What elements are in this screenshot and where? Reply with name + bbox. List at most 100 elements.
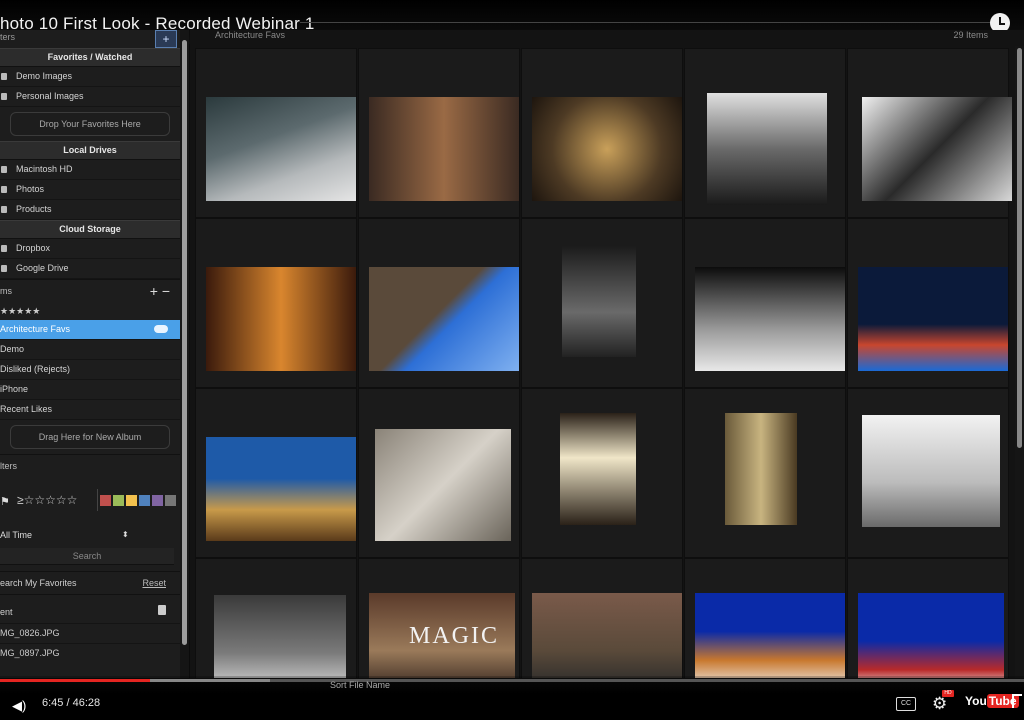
album-disliked[interactable]: Disliked (Rejects) — [0, 360, 180, 380]
grid-scroll-thumb[interactable] — [1017, 48, 1022, 448]
thumbnail-cell[interactable] — [195, 388, 357, 558]
photo-thumbnail[interactable] — [375, 429, 511, 541]
photo-thumbnail[interactable] — [532, 97, 682, 201]
rating-filter[interactable]: ≥☆☆☆☆☆ — [17, 493, 77, 507]
photo-thumbnail[interactable] — [206, 267, 356, 371]
photo-thumbnail[interactable] — [369, 267, 519, 371]
photo-thumbnail[interactable] — [206, 437, 356, 541]
thumbnail-cell[interactable] — [847, 388, 1009, 558]
grid-scrollbar[interactable] — [1015, 46, 1024, 678]
thumbnail-cell[interactable] — [521, 558, 683, 678]
fullscreen-icon[interactable] — [1012, 694, 1022, 708]
filters-header-label: lters — [0, 461, 18, 471]
album-architecture-favs[interactable]: Architecture Favs — [0, 320, 180, 340]
progress-bar[interactable] — [0, 679, 1024, 682]
title-rule — [300, 22, 994, 23]
thumbnail-cell[interactable] — [521, 218, 683, 388]
photo-thumbnail[interactable] — [707, 93, 827, 205]
thumbnail-cell[interactable] — [847, 218, 1009, 388]
favorites-drop-zone[interactable]: Drop Your Favorites Here — [10, 112, 170, 136]
thumbnail-cell[interactable] — [195, 48, 357, 218]
time-range-value: All Time — [0, 530, 33, 540]
photo-thumbnail[interactable] — [206, 97, 356, 201]
time-range-select[interactable]: All Time ⬍ — [0, 525, 180, 545]
thumbnail-cell[interactable] — [847, 558, 1009, 678]
photo-thumbnail[interactable] — [369, 97, 519, 201]
album-iphone[interactable]: iPhone — [0, 380, 180, 400]
sidebar-item-demo-images[interactable]: Demo Images — [0, 67, 180, 87]
search-button[interactable]: Search — [0, 548, 174, 565]
photo-thumbnail[interactable]: MAGIC — [369, 593, 515, 678]
thumbnail-cell[interactable] — [358, 48, 520, 218]
album-demo[interactable]: Demo — [0, 340, 180, 360]
thumbnail-cell[interactable] — [684, 218, 846, 388]
sort-control[interactable]: Sort File Name — [330, 680, 390, 690]
thumbnail-cell[interactable] — [684, 558, 846, 678]
color-swatch-purple[interactable] — [152, 495, 163, 506]
new-album-drop-zone[interactable]: Drag Here for New Album — [10, 425, 170, 449]
folder-icon — [1, 93, 7, 100]
sidebar-item-photos[interactable]: Photos — [0, 180, 180, 200]
google-drive-icon — [1, 265, 7, 272]
thumbnail-cell[interactable] — [684, 48, 846, 218]
sidebar-item-google-drive[interactable]: Google Drive — [0, 259, 180, 279]
album-recent-likes[interactable]: Recent Likes — [0, 400, 180, 420]
sidebar-item-macintosh-hd[interactable]: Macintosh HD — [0, 160, 180, 180]
youtube-logo-you: You — [965, 694, 987, 708]
photo-thumbnail[interactable] — [532, 593, 682, 678]
photo-thumbnail[interactable] — [695, 593, 845, 678]
photo-thumbnail[interactable] — [725, 413, 797, 525]
reset-link[interactable]: Reset — [142, 572, 166, 594]
color-swatch-red[interactable] — [100, 495, 111, 506]
thumbnail-cell[interactable] — [521, 48, 683, 218]
search-favorites-row: earch My Favorites Reset — [0, 571, 180, 595]
album-add-remove-buttons[interactable]: + − — [150, 280, 170, 302]
photo-thumbnail[interactable] — [858, 593, 1004, 678]
recent-file[interactable]: MG_0897.JPG — [0, 643, 180, 663]
thumbnail-cell[interactable] — [358, 218, 520, 388]
thumbnail-cell[interactable] — [521, 388, 683, 558]
recent-file[interactable]: MG_0826.JPG — [0, 623, 180, 643]
search-favorites-label[interactable]: earch My Favorites — [0, 578, 77, 588]
thumbnail-cell[interactable] — [847, 48, 1012, 218]
color-swatch-gray[interactable] — [165, 495, 176, 506]
sidebar-item-products[interactable]: Products — [0, 200, 180, 220]
thumbnail-cell[interactable] — [684, 388, 846, 558]
photo-thumbnail[interactable] — [562, 245, 636, 357]
sort-value: File Name — [349, 680, 391, 690]
time-display: 6:45 / 46:28 — [42, 697, 101, 709]
trash-icon[interactable] — [158, 605, 166, 615]
photo-thumbnail[interactable] — [858, 267, 1008, 371]
photo-thumbnail[interactable] — [560, 413, 636, 525]
thumbnail-cell[interactable] — [195, 558, 357, 678]
recent-header-label: ent — [0, 607, 13, 617]
recent-header: ent — [0, 601, 180, 623]
thumbnail-cell[interactable] — [195, 218, 357, 388]
flag-filter-icon[interactable]: ⚑ — [0, 495, 10, 508]
sidebar-item-label: Dropbox — [16, 243, 51, 253]
photo-thumbnail[interactable] — [214, 595, 346, 678]
photo-thumbnail[interactable] — [862, 415, 1000, 527]
color-swatch-blue[interactable] — [139, 495, 150, 506]
color-swatch-yellow[interactable] — [126, 495, 137, 506]
album-label: Architecture Favs — [0, 324, 71, 334]
photo-sign-text: MAGIC — [409, 623, 500, 649]
sidebar-scrollbar[interactable] — [180, 30, 189, 678]
color-swatch-green[interactable] — [113, 495, 124, 506]
photo-thumbnail[interactable] — [862, 97, 1012, 201]
thumbnail-cell[interactable] — [358, 388, 520, 558]
sidebar-scroll-thumb[interactable] — [182, 40, 187, 645]
captions-icon[interactable]: CC — [896, 697, 916, 711]
sidebar-item-personal-images[interactable]: Personal Images — [0, 87, 180, 107]
photo-thumbnail[interactable] — [695, 267, 845, 371]
settings-gear-icon[interactable]: ⚙ — [932, 694, 947, 714]
volume-icon[interactable]: ◀) — [12, 698, 26, 714]
sidebar-item-label: Photos — [16, 184, 45, 194]
youtube-logo[interactable]: You Tube — [965, 694, 1019, 708]
add-source-button[interactable]: + — [155, 30, 177, 48]
sidebar-item-dropbox[interactable]: Dropbox — [0, 239, 180, 259]
five-star-album[interactable]: ★★★★★ — [0, 302, 180, 320]
thumbnail-cell[interactable]: MAGIC — [358, 558, 520, 678]
folder-icon — [1, 206, 7, 213]
player-controls — [0, 676, 1024, 720]
